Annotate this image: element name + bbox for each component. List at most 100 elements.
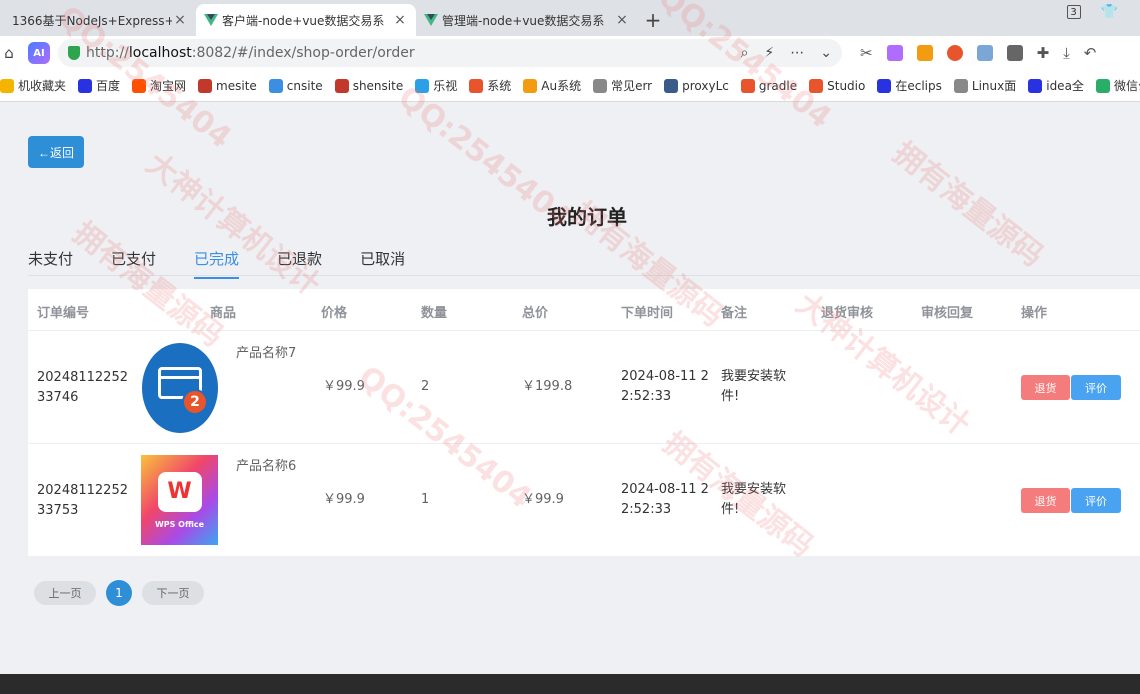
url-text: http://localhost:8082/#/index/shop-order… <box>86 45 415 61</box>
skin-icon[interactable]: 👕 <box>1101 4 1118 20</box>
bookmark-label: mesite <box>216 78 257 93</box>
prev-page-button[interactable]: 上一页 <box>34 581 96 605</box>
tab-title: 管理端-node+vue数据交易系 <box>442 13 605 28</box>
table-header: 订单编号 商品 价格 数量 总价 下单时间 备注 退货审核 审核回复 操作 <box>28 289 1140 331</box>
mail-icon[interactable] <box>976 45 993 61</box>
order-number: 20248112252 33746 <box>37 370 128 405</box>
bookmark-item[interactable]: Linux面 <box>953 77 1016 94</box>
bookmark-icon <box>523 78 538 93</box>
close-icon[interactable]: × <box>172 12 188 28</box>
bookmark-icon <box>1028 78 1043 93</box>
bookmark-item[interactable]: mesite <box>198 78 257 93</box>
orders-table: 订单编号 商品 价格 数量 总价 下单时间 备注 退货审核 审核回复 操作 20… <box>28 289 1140 556</box>
bookmark-icon <box>593 78 608 93</box>
bookmark-item[interactable]: 机收藏夹 <box>0 77 66 94</box>
total-price: ￥99.9 <box>522 492 564 507</box>
bookmark-icon <box>1095 78 1110 93</box>
home-icon[interactable]: ⌂ <box>0 44 18 62</box>
bookmark-label: 微信公 <box>1113 79 1140 93</box>
col-actions: 操作 <box>1021 306 1048 321</box>
quantity: 2 <box>421 379 430 394</box>
browser-tab-active[interactable]: 客户端-node+vue数据交易系 × <box>196 4 416 36</box>
order-time: 2024-08-11 2 2:52:33 <box>621 482 709 517</box>
bookmark-label: 常见err <box>611 79 653 93</box>
undo-icon[interactable]: ↶ <box>1084 44 1097 62</box>
bookmark-item[interactable]: shensite <box>334 78 403 93</box>
wps-label: WPS Office <box>154 519 205 529</box>
puzzle-icon[interactable]: ✚ <box>1037 44 1050 62</box>
ai-assistant-icon[interactable]: AI <box>28 42 50 64</box>
search-icon[interactable]: ⌕ <box>741 45 749 61</box>
lightning-icon[interactable]: ⚡ <box>764 45 774 61</box>
browser-tab[interactable]: 管理端-node+vue数据交易系 × <box>416 4 638 36</box>
bookmark-item[interactable]: 乐视 <box>415 77 457 94</box>
badge: 2 <box>182 389 208 415</box>
bookmark-label: cnsite <box>286 78 323 93</box>
game-icon[interactable] <box>916 45 933 61</box>
bookmark-item[interactable]: cnsite <box>268 78 323 93</box>
tab-title: 客户端-node+vue数据交易系 <box>222 13 385 28</box>
bookmark-item[interactable]: idea全 <box>1028 77 1084 94</box>
extension-icons: ✂ ✚ ⤓ ↶ <box>860 44 1096 62</box>
weibo-icon[interactable] <box>946 45 963 61</box>
back-button[interactable]: ←返回 <box>28 136 84 168</box>
url-field[interactable]: http://localhost:8082/#/index/shop-order… <box>58 39 842 67</box>
col-total: 总价 <box>522 306 549 321</box>
col-return-review: 退货审核 <box>821 306 874 321</box>
table-row: 20248112252 33753 W WPS Office 产品名称6 ￥99.… <box>28 445 1140 557</box>
bookmark-icon <box>953 78 968 93</box>
bookmark-item[interactable]: Au系统 <box>523 77 581 94</box>
bookmark-item[interactable]: 淘宝网 <box>132 77 186 94</box>
bookmark-item[interactable]: 系统 <box>469 77 511 94</box>
shield-ext-icon[interactable] <box>1006 45 1023 61</box>
tab-count-button[interactable]: 3 <box>1066 5 1081 19</box>
refund-button[interactable]: 退货 <box>1021 488 1070 513</box>
next-page-button[interactable]: 下一页 <box>142 581 204 605</box>
rate-button[interactable]: 评价 <box>1071 488 1121 513</box>
col-qty: 数量 <box>421 306 448 321</box>
col-time: 下单时间 <box>621 306 674 321</box>
bookmark-item[interactable]: 在eclips <box>877 77 942 94</box>
taskbar <box>0 674 1140 694</box>
bookmark-item[interactable]: Studio <box>809 78 865 93</box>
bookmark-icon <box>78 78 93 93</box>
vue-logo-icon <box>424 14 438 26</box>
tabs-divider <box>28 275 1140 276</box>
order-time: 2024-08-11 2 2:52:33 <box>621 369 709 404</box>
bookmark-item[interactable]: 百度 <box>78 77 120 94</box>
translate-icon[interactable] <box>886 45 903 61</box>
download-icon[interactable]: ⤓ <box>1063 44 1070 62</box>
bookmark-icon <box>415 78 430 93</box>
bookmark-label: 系统 <box>487 79 512 93</box>
bookmark-icon <box>877 78 892 93</box>
chevron-down-icon[interactable]: ⌄ <box>820 45 832 61</box>
more-icon[interactable]: ⋯ <box>790 45 804 61</box>
page-title: 我的订单 <box>547 205 627 229</box>
bookmark-item[interactable]: gradle <box>740 78 797 93</box>
new-tab-button[interactable]: + <box>638 4 668 36</box>
page-number-button[interactable]: 1 <box>106 580 132 606</box>
bookmark-label: 百度 <box>96 79 121 93</box>
bookmark-label: Au系统 <box>541 79 582 93</box>
page-content: ←返回 我的订单 未支付 已支付 已完成 已退款 已取消 订单编号 商品 价格 … <box>0 103 1140 674</box>
refund-button[interactable]: 退货 <box>1021 375 1070 400</box>
bookmark-icon <box>132 78 147 93</box>
security-shield-icon <box>68 46 80 60</box>
row-actions: 退货 评价 <box>1021 375 1121 400</box>
scissors-icon[interactable]: ✂ <box>860 44 873 62</box>
bookmark-icon <box>0 78 14 93</box>
order-note: 我要安装软 件! <box>721 369 787 404</box>
order-number: 20248112252 33753 <box>37 483 128 518</box>
close-icon[interactable]: × <box>392 12 408 28</box>
browser-tab[interactable]: 1366基于NodeJs+Express+ × <box>0 4 196 36</box>
bookmark-item[interactable]: 微信公 <box>1095 77 1140 94</box>
rate-button[interactable]: 评价 <box>1071 375 1121 400</box>
product-name: 产品名称6 <box>236 459 297 474</box>
price: ￥99.9 <box>323 379 365 394</box>
bookmark-label: idea全 <box>1046 79 1084 93</box>
bookmark-item[interactable]: 常见err <box>593 77 652 94</box>
bookmark-icon <box>334 78 349 93</box>
close-icon[interactable]: × <box>614 12 630 28</box>
bookmark-item[interactable]: proxyLc <box>664 78 729 93</box>
tabstrip-controls: 3 👕 <box>1066 4 1140 20</box>
